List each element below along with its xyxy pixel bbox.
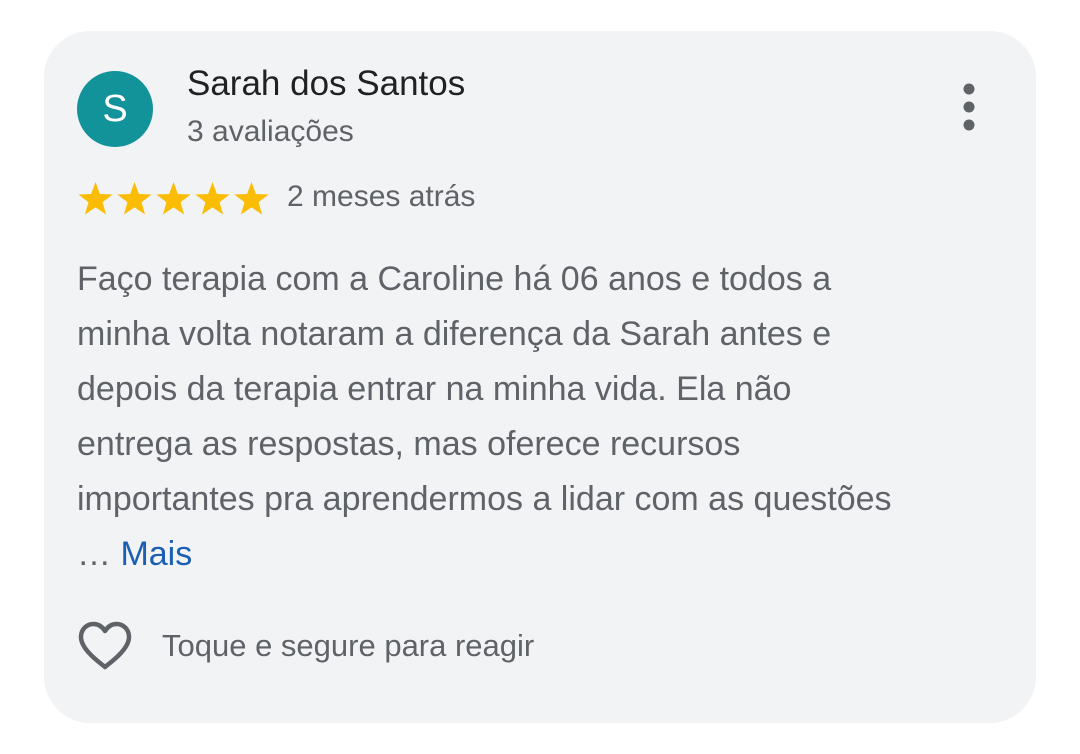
star-rating xyxy=(77,181,272,217)
star-filled-icon xyxy=(117,182,152,215)
review-text-line: Faço terapia com a Caroline há 06 anos e… xyxy=(77,260,832,298)
review-text-more-line: … Mais xyxy=(77,527,1017,582)
ellipsis: … xyxy=(77,535,111,573)
author-name[interactable]: Sarah dos Santos xyxy=(187,64,465,104)
review-date: 2 meses atrás xyxy=(287,180,476,213)
author-review-count: 3 avaliações xyxy=(187,115,354,148)
react-label: Toque e segure para reagir xyxy=(162,628,535,663)
review-text-line: entrega as respostas, mas oferece recurs… xyxy=(77,425,741,463)
review-text-line: importantes pra aprendermos a lidar com … xyxy=(77,480,892,518)
react-area[interactable]: Toque e segure para reagir xyxy=(77,618,534,674)
heart-outline-icon[interactable] xyxy=(77,620,133,672)
star-filled-icon xyxy=(78,182,113,215)
star-filled-icon xyxy=(234,182,269,215)
more-options-button[interactable] xyxy=(949,81,989,137)
stars xyxy=(77,181,272,217)
review-text-line: minha volta notaram a diferença da Sarah… xyxy=(77,315,832,353)
review-card: S Sarah dos Santos 3 avaliações 2 meses … xyxy=(44,31,1036,723)
review-text: Faço terapia com a Caroline há 06 anos e… xyxy=(77,252,1017,582)
avatar[interactable]: S xyxy=(77,71,153,147)
review-text-line: depois da terapia entrar na minha vida. … xyxy=(77,370,792,408)
more-link[interactable]: Mais xyxy=(120,535,192,573)
star-filled-icon xyxy=(156,182,191,215)
star-filled-icon xyxy=(195,182,230,215)
more-vert-icon xyxy=(963,83,975,131)
